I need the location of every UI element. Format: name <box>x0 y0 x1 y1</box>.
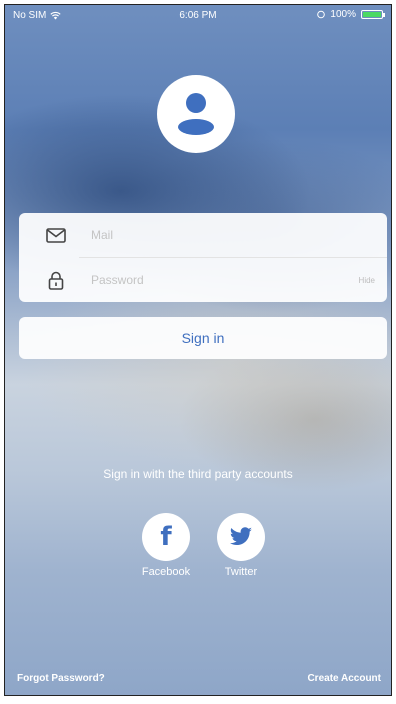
facebook-label: Facebook <box>141 566 191 578</box>
password-row: Hide <box>19 258 387 302</box>
user-icon <box>178 93 214 135</box>
password-input[interactable] <box>89 272 323 288</box>
status-bar: No SIM 6:06 PM 100% <box>5 5 391 27</box>
mail-row <box>19 213 387 257</box>
login-form: Hide <box>19 213 387 302</box>
battery-icon <box>361 10 385 19</box>
mail-input[interactable] <box>89 227 323 243</box>
facebook-icon[interactable]: f <box>142 513 190 561</box>
twitter-login-button[interactable]: Twitter <box>211 513 271 578</box>
create-account-link[interactable]: Create Account <box>307 673 381 684</box>
battery-percent: 100% <box>330 9 356 20</box>
sign-in-button[interactable]: Sign in <box>19 317 387 359</box>
forgot-password-link[interactable]: Forgot Password? <box>17 673 105 684</box>
login-screen: No SIM 6:06 PM 100% Mail Hide Sign in Si… <box>4 4 392 696</box>
twitter-label: Twitter <box>224 566 258 578</box>
lock-icon <box>44 270 68 290</box>
location-icon <box>317 10 326 19</box>
battery-fill <box>363 12 381 17</box>
avatar <box>157 75 235 153</box>
mail-icon <box>44 225 68 245</box>
twitter-icon[interactable] <box>217 513 265 561</box>
facebook-login-button[interactable]: f Facebook <box>136 513 196 578</box>
show-password-toggle[interactable]: Hide <box>359 276 375 285</box>
third-party-heading: Sign in with the third party accounts <box>103 467 293 481</box>
status-right: 100% <box>317 9 385 20</box>
